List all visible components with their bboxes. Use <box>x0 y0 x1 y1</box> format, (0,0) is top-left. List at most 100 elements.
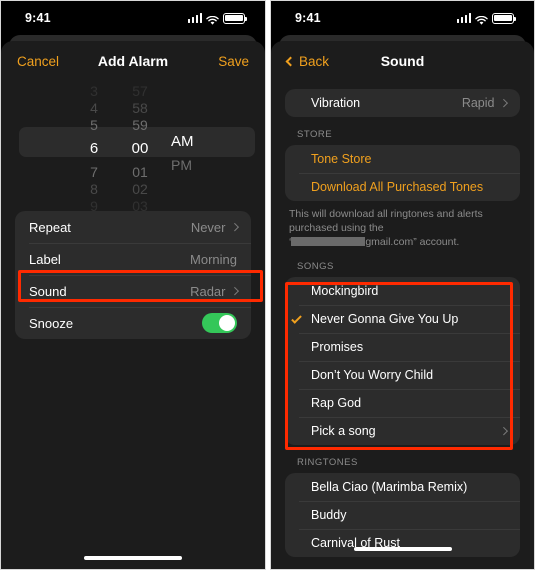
songs-group: Mockingbird Never Gonna Give You Up Prom… <box>285 277 520 445</box>
row-repeat-label: Repeat <box>29 219 71 235</box>
meridiem-option-selected[interactable]: AM <box>171 127 219 157</box>
chevron-right-icon <box>230 287 239 295</box>
row-label-value-wrap: Morning <box>190 252 237 267</box>
minute-option[interactable]: 58 <box>117 100 163 117</box>
status-time: 9:41 <box>295 11 321 25</box>
store-footnote: This will download all ringtones and ale… <box>271 201 534 249</box>
cellular-bars-icon <box>187 13 202 23</box>
footnote-line-1: This will download all ringtones and ale… <box>289 208 483 220</box>
alarm-settings-group: Repeat Never Label Morning Sound Radar S… <box>15 211 251 339</box>
dual-phone-screenshot: 9:41 Cancel Add Alarm Save 3 4 5 6 7 8 9… <box>0 0 535 570</box>
settings-scroll-area[interactable]: Vibration Rapid STORE Tone Store Downloa… <box>271 81 534 569</box>
meridiem-option[interactable]: PM <box>171 157 219 174</box>
song-label: Promises <box>311 340 364 354</box>
song-label: Rap God <box>311 396 362 410</box>
song-label: Never Gonna Give You Up <box>311 312 459 326</box>
minute-option[interactable]: 01 <box>117 164 163 181</box>
row-ringtone-buddy[interactable]: Buddy <box>285 501 520 529</box>
row-repeat-value: Never <box>190 219 226 235</box>
wifi-icon <box>475 13 488 25</box>
hour-option[interactable]: 9 <box>71 198 117 215</box>
minute-wheel[interactable]: 57 58 59 00 01 02 03 <box>117 83 163 214</box>
cellular-bars-icon <box>456 13 471 23</box>
redacted-email-block <box>291 237 366 246</box>
status-indicators <box>187 12 248 25</box>
section-header-store: STORE <box>297 129 333 140</box>
add-alarm-sheet: Cancel Add Alarm Save 3 4 5 6 7 8 9 57 5… <box>1 41 265 569</box>
minute-option[interactable]: 02 <box>117 181 163 198</box>
hour-option[interactable]: 5 <box>71 117 117 134</box>
meridiem-wheel[interactable]: AM PM <box>163 83 219 203</box>
row-ringtone-carnival-of-rust[interactable]: Carnival of Rust <box>285 529 520 557</box>
row-song-mockingbird[interactable]: Mockingbird <box>285 277 520 305</box>
status-bar: 9:41 <box>271 1 534 35</box>
hour-option[interactable]: 7 <box>71 164 117 181</box>
ringtones-group: Bella Ciao (Marimba Remix) Buddy Carniva… <box>285 473 520 557</box>
row-sound-label: Sound <box>29 283 67 299</box>
minute-option[interactable]: 57 <box>117 83 163 100</box>
row-repeat-value-wrap: Never <box>190 219 239 235</box>
nav-bar: Back Sound <box>271 41 534 81</box>
row-sound-value: Radar <box>190 283 226 299</box>
nav-bar: Cancel Add Alarm Save <box>1 41 265 81</box>
row-tone-store-label: Tone Store <box>311 152 372 166</box>
back-button[interactable]: Back <box>285 53 330 69</box>
minute-option-selected[interactable]: 00 <box>117 134 163 164</box>
battery-icon <box>492 12 517 24</box>
section-header-songs: SONGS <box>297 261 334 272</box>
hour-option[interactable]: 3 <box>71 83 117 100</box>
row-repeat[interactable]: Repeat Never <box>15 211 251 243</box>
footnote-line-3: gmail.com” account. <box>365 236 460 248</box>
song-label: Pick a song <box>311 424 376 438</box>
snooze-toggle[interactable] <box>202 313 237 333</box>
hour-option-selected[interactable]: 6 <box>71 134 117 164</box>
row-song-promises[interactable]: Promises <box>285 333 520 361</box>
home-indicator <box>84 556 182 560</box>
status-indicators <box>456 12 517 25</box>
row-sound-value-wrap: Radar <box>190 283 239 299</box>
row-snooze-label: Snooze <box>29 315 74 331</box>
row-download-all-purchased-tones[interactable]: Download All Purchased Tones <box>285 173 520 201</box>
ringtone-label: Buddy <box>311 508 347 522</box>
time-picker[interactable]: 3 4 5 6 7 8 9 57 58 59 00 01 02 03 AM PM <box>1 83 265 214</box>
song-label: Mockingbird <box>311 284 379 298</box>
minute-option[interactable]: 03 <box>117 198 163 215</box>
row-song-rap-god[interactable]: Rap God <box>285 389 520 417</box>
battery-icon <box>223 12 248 24</box>
row-snooze[interactable]: Snooze <box>15 307 251 339</box>
hour-wheel[interactable]: 3 4 5 6 7 8 9 <box>71 83 117 214</box>
chevron-right-icon <box>499 99 508 107</box>
row-label-label: Label <box>29 251 61 267</box>
row-vibration-value: Rapid <box>461 96 495 110</box>
checkmark-icon <box>291 313 302 324</box>
hour-option[interactable]: 8 <box>71 181 117 198</box>
row-song-never-gonna-give-you-up[interactable]: Never Gonna Give You Up <box>285 305 520 333</box>
status-bar: 9:41 <box>1 1 265 35</box>
row-download-all-label: Download All Purchased Tones <box>311 180 484 194</box>
save-button[interactable]: Save <box>218 54 249 69</box>
row-ringtone-bella-ciao[interactable]: Bella Ciao (Marimba Remix) <box>285 473 520 501</box>
footnote-line-2: purchased using the <box>289 222 384 234</box>
cancel-button[interactable]: Cancel <box>17 54 59 69</box>
row-vibration-label: Vibration <box>311 96 361 110</box>
ringtone-label: Bella Ciao (Marimba Remix) <box>311 480 468 494</box>
row-vibration-value-wrap: Rapid <box>461 96 508 110</box>
row-tone-store[interactable]: Tone Store <box>285 145 520 173</box>
row-song-dont-you-worry-child[interactable]: Don’t You Worry Child <box>285 361 520 389</box>
minute-option[interactable]: 59 <box>117 117 163 134</box>
back-button-label: Back <box>299 53 330 69</box>
status-time: 9:41 <box>25 11 51 25</box>
wifi-icon <box>206 13 219 25</box>
chevron-left-icon <box>285 56 296 66</box>
row-vibration[interactable]: Vibration Rapid <box>285 89 520 117</box>
song-label: Don’t You Worry Child <box>311 368 434 382</box>
row-pick-a-song[interactable]: Pick a song <box>285 417 520 445</box>
row-sound[interactable]: Sound Radar <box>15 275 251 307</box>
home-indicator <box>353 547 452 551</box>
row-label-value: Morning <box>190 251 237 267</box>
vibration-group: Vibration Rapid <box>285 89 520 117</box>
store-group: Tone Store Download All Purchased Tones <box>285 145 520 201</box>
hour-option[interactable]: 4 <box>71 100 117 117</box>
row-label[interactable]: Label Morning <box>15 243 251 275</box>
chevron-right-icon <box>230 223 239 231</box>
